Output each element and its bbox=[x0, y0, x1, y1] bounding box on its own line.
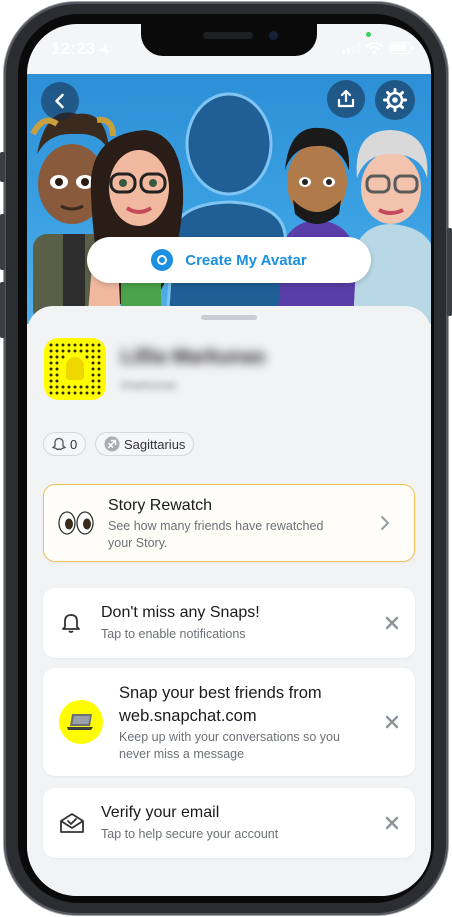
close-icon[interactable] bbox=[385, 715, 399, 729]
camera-icon bbox=[151, 249, 174, 271]
display-name: Lillia Markunas bbox=[121, 346, 266, 368]
envelope-check-icon bbox=[60, 813, 84, 833]
status-time: 12:23➤ bbox=[51, 39, 116, 59]
story-rewatch-title: Story Rewatch bbox=[108, 497, 213, 514]
chevron-left-icon bbox=[55, 93, 64, 109]
camera-in-use-indicator bbox=[366, 32, 371, 37]
chevron-right-icon bbox=[380, 515, 390, 531]
enable-notifications-card[interactable]: Don't miss any Snaps! Tap to enable noti… bbox=[43, 588, 415, 658]
share-button[interactable] bbox=[327, 80, 365, 118]
verify-email-subtitle: Tap to help secure your account bbox=[101, 827, 279, 841]
cellular-signal-icon bbox=[342, 42, 360, 54]
bitmoji-placeholder-icon bbox=[66, 357, 84, 380]
volume-up-button bbox=[0, 214, 5, 270]
power-button bbox=[447, 228, 452, 316]
wifi-icon bbox=[366, 42, 383, 54]
sagittarius-icon bbox=[104, 436, 120, 452]
web-snapchat-title-2: web.snapchat.com bbox=[119, 707, 257, 725]
create-avatar-label: Create My Avatar bbox=[185, 251, 307, 269]
status-icons bbox=[342, 42, 414, 54]
zodiac-chip[interactable]: Sagittarius bbox=[95, 432, 195, 456]
profile-sheet: Lillia Markunas lmarkunas 0 Sagittarius … bbox=[27, 306, 431, 896]
verify-email-title: Verify your email bbox=[101, 804, 220, 821]
laptop-icon-badge bbox=[59, 700, 103, 744]
earpiece bbox=[203, 32, 253, 39]
snapcode[interactable] bbox=[44, 338, 106, 400]
create-avatar-button[interactable]: Create My Avatar bbox=[87, 237, 371, 283]
battery-icon bbox=[389, 42, 414, 54]
close-icon[interactable] bbox=[385, 816, 399, 830]
settings-button[interactable] bbox=[375, 80, 415, 120]
web-snapchat-subtitle-2: never miss a message bbox=[119, 747, 245, 761]
avatar-hero-banner bbox=[27, 74, 431, 324]
empty-avatar-silhouette bbox=[165, 92, 293, 324]
status-bar: 12:23➤ bbox=[27, 24, 431, 76]
share-upload-icon bbox=[337, 89, 355, 108]
bitmoji-lineup-illustration bbox=[30, 92, 431, 324]
web-snapchat-card[interactable]: Snap your best friends from web.snapchat… bbox=[43, 668, 415, 776]
username: lmarkunas bbox=[121, 378, 177, 392]
verify-email-card[interactable]: Verify your email Tap to help secure you… bbox=[43, 788, 415, 858]
notifications-title: Don't miss any Snaps! bbox=[101, 604, 260, 621]
sheet-grabber[interactable] bbox=[201, 315, 257, 320]
back-button[interactable] bbox=[41, 82, 79, 120]
screen: 12:23➤ Create My Avatar Lillia Markunas … bbox=[27, 24, 431, 896]
friends-count: 0 bbox=[70, 436, 78, 452]
location-arrow-icon: ➤ bbox=[95, 39, 116, 60]
notifications-subtitle: Tap to enable notifications bbox=[101, 627, 246, 641]
ghost-outline-icon bbox=[52, 437, 66, 451]
gear-icon bbox=[383, 88, 407, 112]
eyes-icon bbox=[58, 511, 94, 535]
web-snapchat-title-1: Snap your best friends from bbox=[119, 684, 322, 702]
web-snapchat-subtitle-1: Keep up with your conversations so you bbox=[119, 730, 340, 744]
close-icon[interactable] bbox=[385, 616, 399, 630]
story-rewatch-subtitle-2: your Story. bbox=[108, 536, 168, 550]
volume-down-button bbox=[0, 282, 5, 338]
story-rewatch-subtitle-1: See how many friends have rewatched bbox=[108, 519, 324, 533]
story-rewatch-card[interactable]: Story Rewatch See how many friends have … bbox=[43, 484, 415, 562]
friends-chip[interactable]: 0 bbox=[43, 432, 87, 456]
mute-switch bbox=[0, 152, 5, 182]
bitmoji-avatar-4 bbox=[353, 130, 431, 324]
laptop-icon bbox=[67, 714, 93, 730]
bell-icon bbox=[62, 614, 80, 633]
clock-text: 12:23 bbox=[51, 39, 96, 58]
front-camera bbox=[269, 31, 278, 40]
bitmoji-avatar-3 bbox=[277, 127, 357, 324]
zodiac-label: Sagittarius bbox=[124, 436, 186, 452]
notch bbox=[141, 24, 317, 56]
